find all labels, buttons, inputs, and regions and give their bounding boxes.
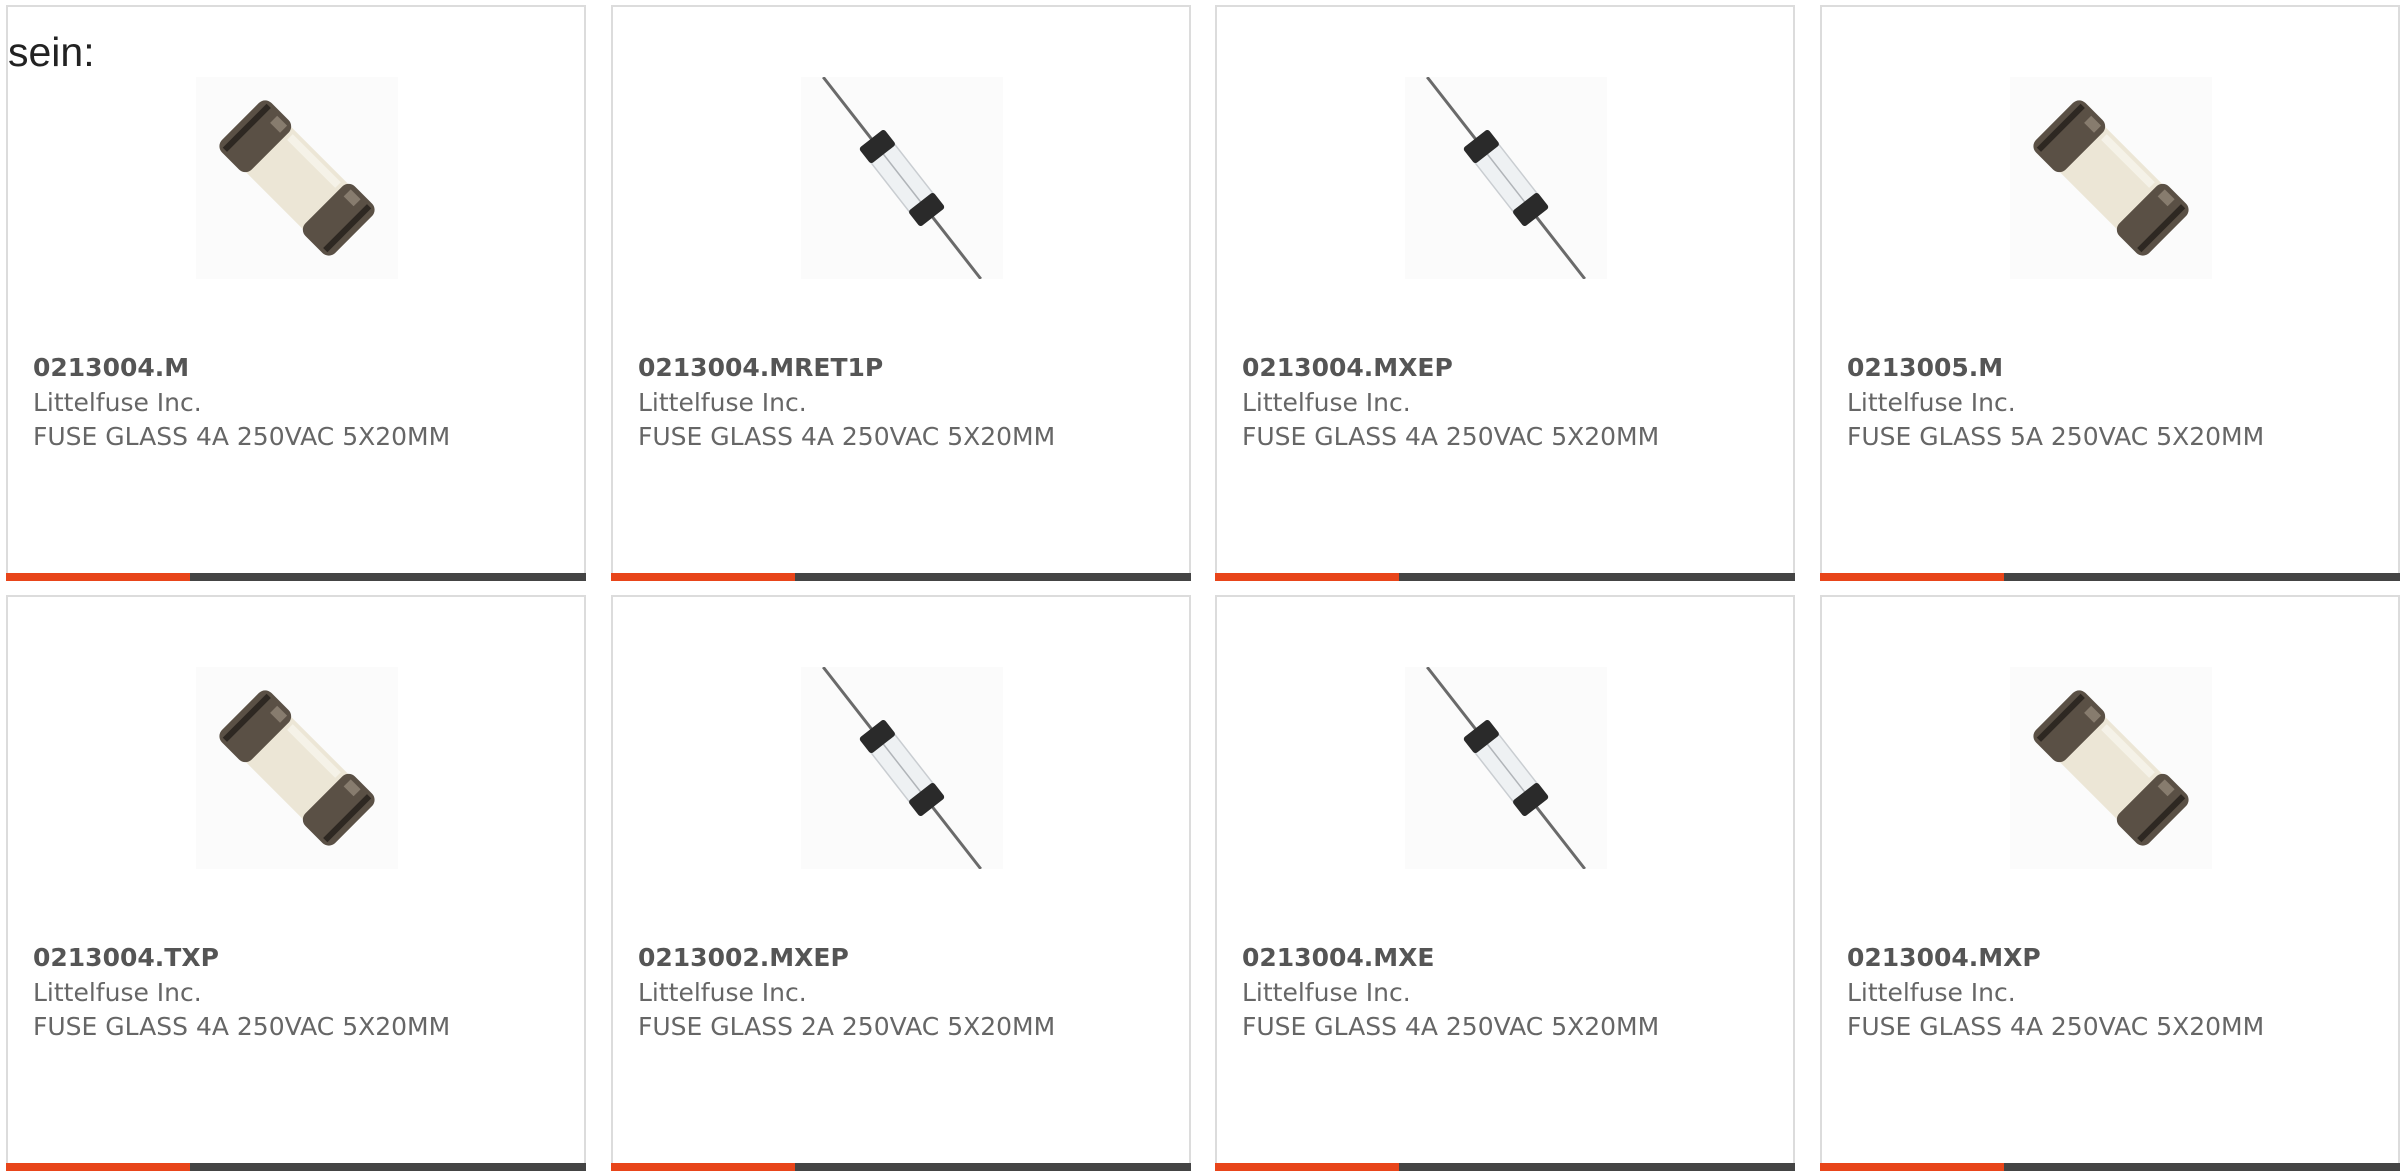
card-footer-bar	[1215, 573, 1795, 581]
card-footer-bar	[6, 573, 586, 581]
manufacturer: Littelfuse Inc.	[33, 978, 202, 1007]
card-footer-bar	[611, 1163, 1191, 1171]
manufacturer: Littelfuse Inc.	[1242, 388, 1411, 417]
intro-text: sein:	[8, 29, 95, 75]
part-number[interactable]: 0213005.M	[1847, 353, 2003, 382]
card-accent-bar	[6, 573, 190, 581]
part-number[interactable]: 0213004.MXEP	[1242, 353, 1453, 382]
part-number[interactable]: 0213004.MXE	[1242, 943, 1435, 972]
card-footer-bar	[6, 1163, 586, 1171]
card-footer-bar	[611, 573, 1191, 581]
part-number[interactable]: 0213004.MRET1P	[638, 353, 883, 382]
cartridge-fuse-icon	[196, 667, 398, 869]
manufacturer: Littelfuse Inc.	[1847, 388, 2016, 417]
product-card[interactable]: 0213004.MXE Littelfuse Inc. FUSE GLASS 4…	[1215, 595, 1795, 1171]
description: FUSE GLASS 4A 250VAC 5X20MM	[638, 422, 1056, 451]
product-card[interactable]: 0213004.TXP Littelfuse Inc. FUSE GLASS 4…	[6, 595, 586, 1171]
card-accent-bar	[611, 573, 795, 581]
part-number[interactable]: 0213004.M	[33, 353, 189, 382]
axial-lead-fuse-icon	[801, 77, 1003, 279]
product-card[interactable]: 0213005.M Littelfuse Inc. FUSE GLASS 5A …	[1820, 5, 2400, 581]
description: FUSE GLASS 5A 250VAC 5X20MM	[1847, 422, 2265, 451]
card-footer-bar	[1215, 1163, 1795, 1171]
product-card[interactable]: 0213004.MRET1P Littelfuse Inc. FUSE GLAS…	[611, 5, 1191, 581]
manufacturer: Littelfuse Inc.	[1242, 978, 1411, 1007]
part-number[interactable]: 0213004.MXP	[1847, 943, 2041, 972]
axial-lead-fuse-icon	[1405, 667, 1607, 869]
card-accent-bar	[1215, 573, 1399, 581]
axial-lead-fuse-icon	[1405, 77, 1607, 279]
manufacturer: Littelfuse Inc.	[1847, 978, 2016, 1007]
product-card[interactable]: 0213004.M Littelfuse Inc. FUSE GLASS 4A …	[6, 5, 586, 581]
product-card[interactable]: 0213004.MXEP Littelfuse Inc. FUSE GLASS …	[1215, 5, 1795, 581]
product-card[interactable]: 0213002.MXEP Littelfuse Inc. FUSE GLASS …	[611, 595, 1191, 1171]
card-footer-bar	[1820, 573, 2400, 581]
cartridge-fuse-icon	[196, 77, 398, 279]
card-footer-bar	[1820, 1163, 2400, 1171]
manufacturer: Littelfuse Inc.	[638, 978, 807, 1007]
product-card[interactable]: 0213004.MXP Littelfuse Inc. FUSE GLASS 4…	[1820, 595, 2400, 1171]
part-number[interactable]: 0213002.MXEP	[638, 943, 849, 972]
card-accent-bar	[6, 1163, 190, 1171]
description: FUSE GLASS 4A 250VAC 5X20MM	[33, 422, 451, 451]
manufacturer: Littelfuse Inc.	[638, 388, 807, 417]
part-number[interactable]: 0213004.TXP	[33, 943, 219, 972]
card-accent-bar	[611, 1163, 795, 1171]
axial-lead-fuse-icon	[801, 667, 1003, 869]
description: FUSE GLASS 4A 250VAC 5X20MM	[33, 1012, 451, 1041]
card-accent-bar	[1820, 1163, 2004, 1171]
cartridge-fuse-icon	[2010, 77, 2212, 279]
description: FUSE GLASS 4A 250VAC 5X20MM	[1847, 1012, 2265, 1041]
card-accent-bar	[1215, 1163, 1399, 1171]
manufacturer: Littelfuse Inc.	[33, 388, 202, 417]
cartridge-fuse-icon	[2010, 667, 2212, 869]
card-accent-bar	[1820, 573, 2004, 581]
description: FUSE GLASS 2A 250VAC 5X20MM	[638, 1012, 1056, 1041]
description: FUSE GLASS 4A 250VAC 5X20MM	[1242, 1012, 1660, 1041]
description: FUSE GLASS 4A 250VAC 5X20MM	[1242, 422, 1660, 451]
